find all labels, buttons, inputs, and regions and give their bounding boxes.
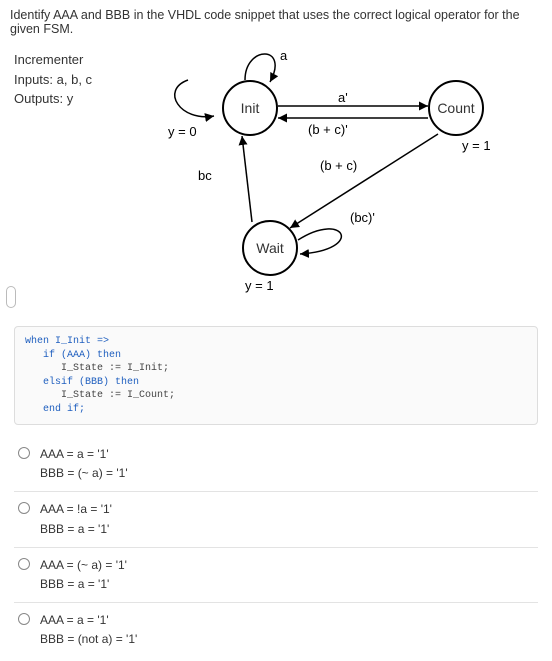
option-aaa: AAA = !a = '1' <box>40 500 112 519</box>
code-line-2: if (AAA) then <box>25 350 121 361</box>
question-text: Identify AAA and BBB in the VHDL code sn… <box>0 0 552 40</box>
edge-count-init: (b + c)' <box>308 122 348 137</box>
edge-count-wait: (b + c) <box>320 158 357 173</box>
output-count: y = 1 <box>462 138 491 153</box>
radio-icon[interactable] <box>18 447 30 459</box>
fsm-title: Incrementer <box>14 50 92 70</box>
option-aaa: AAA = a = '1' <box>40 445 128 464</box>
fsm-inputs: Inputs: a, b, c <box>14 70 92 90</box>
option-aaa: AAA = (~ a) = '1' <box>40 556 127 575</box>
radio-icon[interactable] <box>18 558 30 570</box>
fsm-outputs: Outputs: y <box>14 89 92 109</box>
vhdl-code: when I_Init => if (AAA) then I_State := … <box>14 326 538 425</box>
edge-init-self: a <box>280 48 287 63</box>
fsm-diagram: Init Count Wait a a' (b + c)' (b + c) (b… <box>150 50 530 280</box>
radio-icon[interactable] <box>18 502 30 514</box>
edge-init-count: a' <box>338 90 348 105</box>
radio-icon[interactable] <box>18 613 30 625</box>
fsm-info: Incrementer Inputs: a, b, c Outputs: y <box>0 40 92 280</box>
option-aaa: AAA = a = '1' <box>40 611 137 630</box>
edge-wait-self: (bc)' <box>350 210 375 225</box>
code-line-5: I_State := I_Count; <box>25 390 175 401</box>
option-1[interactable]: AAA = a = '1' BBB = (~ a) = '1' <box>14 437 538 492</box>
output-wait: y = 1 <box>245 278 274 293</box>
scroll-indicator <box>6 286 16 308</box>
output-init: y = 0 <box>168 124 197 139</box>
state-init: Init <box>222 80 278 136</box>
state-count: Count <box>428 80 484 136</box>
code-line-1: when I_Init => <box>25 336 109 347</box>
option-bbb: BBB = a = '1' <box>40 575 127 594</box>
option-bbb: BBB = (not a) = '1' <box>40 630 137 649</box>
edge-wait-init: bc <box>198 168 212 183</box>
code-line-4: elsif (BBB) then <box>25 377 139 388</box>
state-wait: Wait <box>242 220 298 276</box>
question-figure-area: Incrementer Inputs: a, b, c Outputs: y <box>0 40 552 280</box>
option-3[interactable]: AAA = (~ a) = '1' BBB = a = '1' <box>14 548 538 603</box>
answer-options: AAA = a = '1' BBB = (~ a) = '1' AAA = !a… <box>14 437 538 658</box>
option-4[interactable]: AAA = a = '1' BBB = (not a) = '1' <box>14 603 538 657</box>
option-bbb: BBB = (~ a) = '1' <box>40 464 128 483</box>
code-line-6: end if; <box>25 404 85 415</box>
code-line-3: I_State := I_Init; <box>25 363 169 374</box>
option-bbb: BBB = a = '1' <box>40 520 112 539</box>
option-2[interactable]: AAA = !a = '1' BBB = a = '1' <box>14 492 538 547</box>
